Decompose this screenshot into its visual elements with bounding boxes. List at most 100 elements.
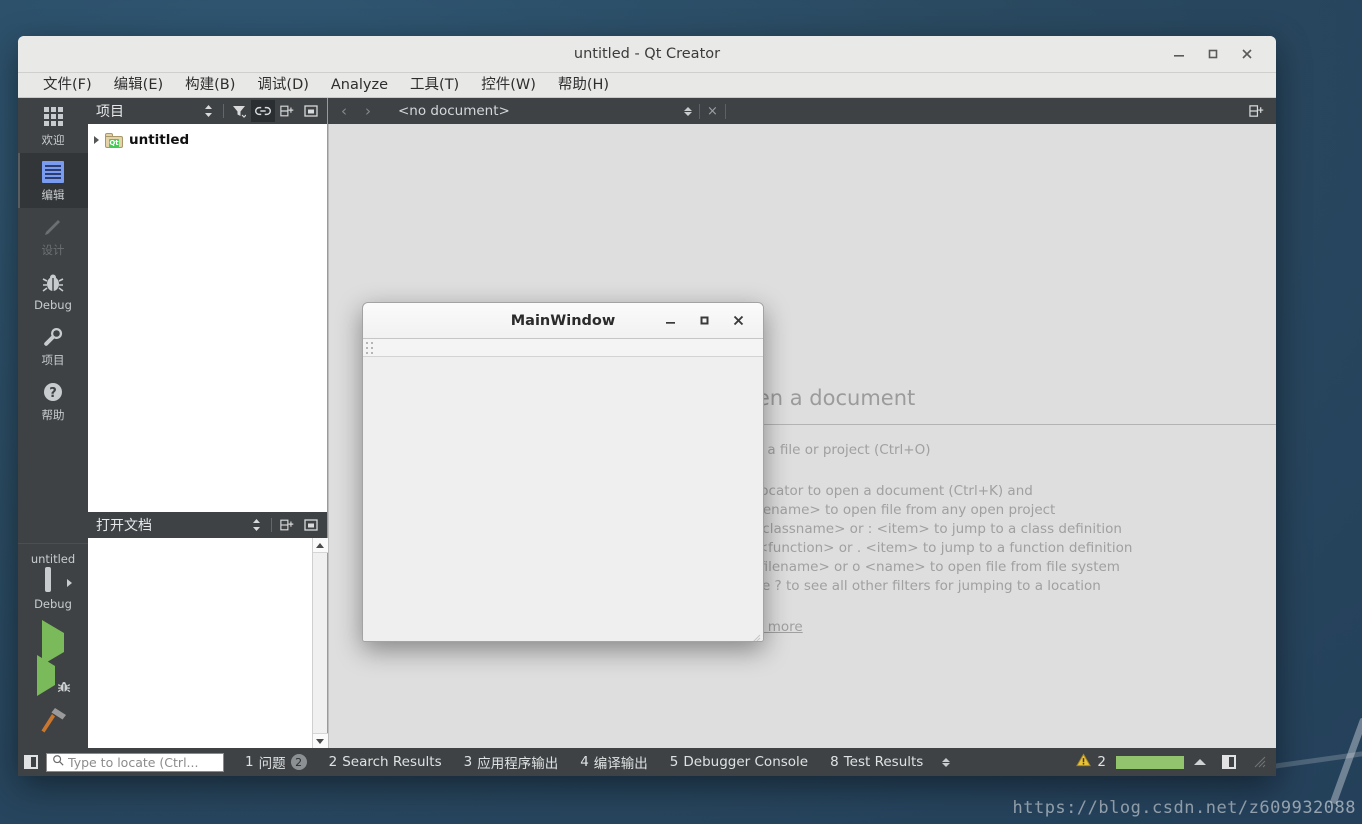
panel-toggle-icon[interactable] bbox=[18, 748, 44, 776]
sidebar-item-debug[interactable]: Debug bbox=[18, 263, 88, 318]
menu-file[interactable]: 文件(F) bbox=[32, 73, 103, 98]
divider bbox=[699, 104, 700, 119]
window-titlebar: untitled - Qt Creator bbox=[18, 36, 1276, 73]
search-input[interactable]: Type to locate (Ctrl... bbox=[46, 753, 224, 772]
updown-icon[interactable] bbox=[942, 758, 950, 767]
updown-icon[interactable] bbox=[196, 100, 220, 122]
open-documents-list[interactable] bbox=[88, 538, 327, 748]
sidebar-item-label: 设计 bbox=[42, 242, 65, 258]
menu-analyze[interactable]: Analyze bbox=[320, 73, 399, 98]
placeholder-line: • <filename> to open file from any open … bbox=[727, 501, 1276, 520]
close-icon[interactable] bbox=[721, 307, 755, 335]
tab-label: 编译输出 bbox=[594, 752, 648, 772]
open-documents-scrollbar[interactable] bbox=[312, 538, 327, 748]
tree-item-untitled[interactable]: Qt untitled bbox=[88, 130, 327, 150]
window-controls bbox=[1162, 39, 1276, 69]
minimize-icon[interactable] bbox=[653, 307, 687, 335]
current-document-label: <no document> bbox=[398, 103, 678, 119]
tab-search-results[interactable]: 2 Search Results bbox=[318, 754, 453, 770]
tab-label: Debugger Console bbox=[683, 754, 808, 770]
split-icon[interactable] bbox=[275, 100, 299, 122]
maximize-icon[interactable] bbox=[687, 307, 721, 335]
menu-window[interactable]: 控件(W) bbox=[470, 73, 547, 98]
monitor-icon bbox=[33, 570, 63, 594]
sidebar-item-projects[interactable]: 项目 bbox=[18, 318, 88, 373]
updown-icon[interactable] bbox=[244, 514, 268, 536]
chevron-left-icon[interactable]: ‹ bbox=[332, 102, 356, 120]
tab-label: 应用程序输出 bbox=[477, 752, 558, 772]
sidebar-item-help[interactable]: ? 帮助 bbox=[18, 373, 88, 428]
sidebar-item-label: 帮助 bbox=[42, 407, 65, 423]
menu-tools[interactable]: 工具(T) bbox=[399, 73, 470, 98]
sidebar-item-edit[interactable]: 编辑 bbox=[18, 153, 88, 208]
status-badge: 2 bbox=[291, 754, 307, 770]
left-dock: 项目 bbox=[88, 98, 328, 748]
progress-bar bbox=[1116, 756, 1184, 769]
link-icon[interactable] bbox=[251, 100, 275, 122]
project-tree[interactable]: Qt untitled bbox=[88, 124, 327, 512]
mainwindow-dialog[interactable]: MainWindow bbox=[362, 302, 764, 642]
output-panel-toggle-icon[interactable] bbox=[1216, 748, 1242, 776]
mainwindow-toolbar[interactable] bbox=[363, 339, 763, 357]
minimize-icon[interactable] bbox=[1162, 39, 1196, 69]
menu-build[interactable]: 构建(B) bbox=[174, 73, 246, 98]
mainwindow-central-widget[interactable] bbox=[363, 357, 763, 641]
sidebar-item-design[interactable]: 设计 bbox=[18, 208, 88, 263]
kit-project-name: untitled bbox=[18, 552, 88, 566]
document-selector[interactable]: <no document> bbox=[398, 103, 692, 119]
chevron-up-icon[interactable] bbox=[1194, 759, 1206, 765]
sidebar-item-label: Debug bbox=[34, 298, 72, 312]
placeholder-line: • f <filename> or o <name> to open file … bbox=[727, 558, 1276, 577]
hammer-icon[interactable] bbox=[38, 706, 68, 738]
close-panel-icon[interactable] bbox=[299, 514, 323, 536]
resize-grip-icon[interactable] bbox=[751, 629, 761, 639]
menu-debug[interactable]: 调试(D) bbox=[246, 73, 319, 98]
sidebar-item-label: 编辑 bbox=[42, 187, 65, 203]
window-title: untitled - Qt Creator bbox=[18, 46, 1276, 62]
close-icon[interactable] bbox=[1230, 39, 1264, 69]
placeholder-title: Open a document bbox=[727, 386, 1276, 410]
updown-icon[interactable] bbox=[684, 107, 692, 116]
scroll-up-icon[interactable] bbox=[313, 538, 328, 553]
tab-label: Test Results bbox=[844, 754, 924, 770]
warning-indicator[interactable]: 2 bbox=[1076, 753, 1106, 771]
split-icon[interactable] bbox=[275, 514, 299, 536]
split-icon[interactable] bbox=[1244, 100, 1268, 122]
open-documents-items[interactable] bbox=[88, 538, 312, 748]
tab-application-output[interactable]: 3 应用程序输出 bbox=[453, 752, 570, 772]
play-bug-icon[interactable] bbox=[37, 666, 69, 692]
grid-icon bbox=[44, 104, 63, 130]
tab-compile-output[interactable]: 4 编译输出 bbox=[569, 752, 659, 772]
maximize-icon[interactable] bbox=[1196, 39, 1230, 69]
menubar: 文件(F) 编辑(E) 构建(B) 调试(D) Analyze 工具(T) 控件… bbox=[18, 73, 1276, 98]
close-panel-icon[interactable] bbox=[299, 100, 323, 122]
tab-debugger-console[interactable]: 5 Debugger Console bbox=[659, 754, 819, 770]
scroll-down-icon[interactable] bbox=[313, 733, 328, 748]
spacer bbox=[727, 460, 1276, 482]
qt-project-folder-icon: Qt bbox=[105, 133, 123, 148]
play-icon[interactable] bbox=[42, 633, 64, 652]
placeholder-show-more-link[interactable]: Show more bbox=[727, 618, 1276, 637]
filter-icon[interactable] bbox=[227, 100, 251, 122]
kit-selector[interactable]: untitled Debug bbox=[18, 543, 88, 611]
close-document-icon[interactable]: × bbox=[707, 104, 718, 119]
sidebar-item-welcome[interactable]: 欢迎 bbox=[18, 98, 88, 153]
divider bbox=[223, 104, 224, 118]
tab-label: 问题 bbox=[259, 752, 286, 772]
resize-grip-icon[interactable] bbox=[1254, 756, 1266, 768]
statusbar-right: 2 bbox=[1076, 748, 1270, 776]
modebar-spacer bbox=[18, 428, 88, 543]
tab-number: 2 bbox=[329, 754, 338, 770]
tab-test-results[interactable]: 8 Test Results bbox=[819, 754, 934, 770]
divider bbox=[271, 518, 272, 532]
tab-issues[interactable]: 1 问题 2 bbox=[234, 752, 318, 772]
mode-selector-bar: 欢迎 编辑 设计 bbox=[18, 98, 88, 748]
menu-edit[interactable]: 编辑(E) bbox=[103, 73, 174, 98]
chevron-right-icon[interactable] bbox=[94, 136, 99, 144]
menu-help[interactable]: 帮助(H) bbox=[547, 73, 620, 98]
tab-number: 8 bbox=[830, 754, 839, 770]
tab-label: Search Results bbox=[342, 754, 441, 770]
kit-build-config: Debug bbox=[18, 597, 88, 611]
drag-grip-icon[interactable] bbox=[366, 342, 373, 354]
chevron-right-icon[interactable]: › bbox=[356, 102, 380, 120]
